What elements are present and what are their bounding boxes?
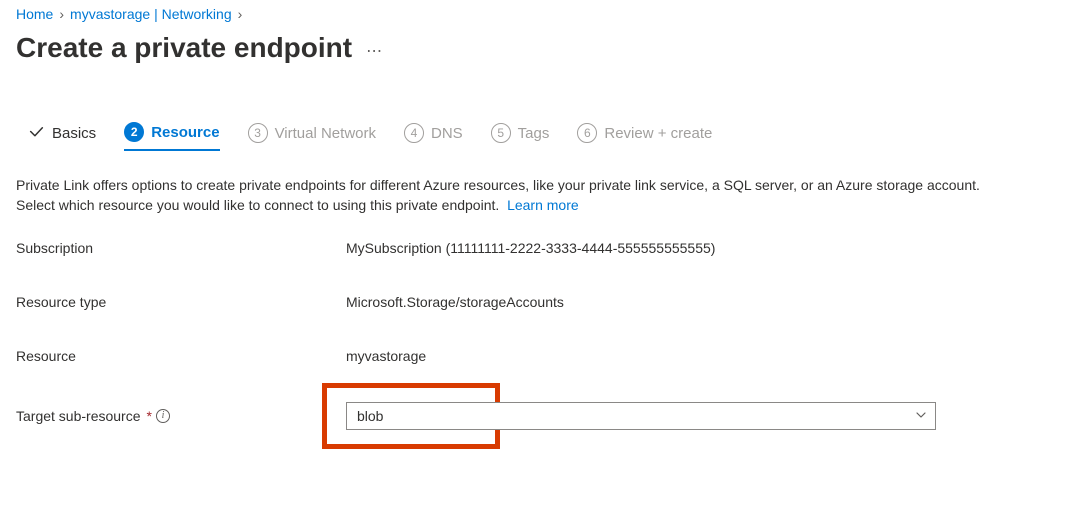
value-resource-type: Microsoft.Storage/storageAccounts <box>346 294 564 310</box>
row-resource-type: Resource type Microsoft.Storage/storageA… <box>16 294 1072 310</box>
learn-more-link[interactable]: Learn more <box>507 197 579 213</box>
value-resource: myvastorage <box>346 348 426 364</box>
label-resource: Resource <box>16 348 346 364</box>
breadcrumb-networking[interactable]: myvastorage | Networking <box>70 6 232 22</box>
tab-basics[interactable]: Basics <box>28 123 96 151</box>
step-number-icon: 2 <box>124 122 144 142</box>
info-icon[interactable]: i <box>156 409 170 423</box>
page-title: Create a private endpoint <box>16 32 352 64</box>
target-sub-resource-select[interactable]: blob <box>346 402 936 430</box>
breadcrumb-home[interactable]: Home <box>16 6 53 22</box>
label-resource-type: Resource type <box>16 294 346 310</box>
page-title-row: Create a private endpoint ⋯ <box>16 32 1072 64</box>
tab-tags[interactable]: 5 Tags <box>491 123 550 150</box>
tab-label: Resource <box>151 124 219 141</box>
tab-description: Private Link offers options to create pr… <box>16 175 1016 216</box>
row-subscription: Subscription MySubscription (11111111-22… <box>16 240 1072 256</box>
more-icon[interactable]: ⋯ <box>366 35 383 61</box>
step-number-icon: 6 <box>577 123 597 143</box>
tab-label: Tags <box>518 125 550 142</box>
step-number-icon: 4 <box>404 123 424 143</box>
value-subscription: MySubscription (11111111-2222-3333-4444-… <box>346 240 715 256</box>
chevron-right-icon: › <box>59 6 64 22</box>
label-target-sub-resource: Target sub-resource * i <box>16 408 346 424</box>
tab-label: DNS <box>431 125 463 142</box>
tab-label: Virtual Network <box>275 125 376 142</box>
row-resource: Resource myvastorage <box>16 348 1072 364</box>
tab-label: Basics <box>52 125 96 142</box>
breadcrumb: Home › myvastorage | Networking › <box>16 6 1072 22</box>
check-icon <box>28 123 45 144</box>
wizard-tabs: Basics 2 Resource 3 Virtual Network 4 DN… <box>16 122 1072 151</box>
step-number-icon: 3 <box>248 123 268 143</box>
required-star-icon: * <box>147 408 152 424</box>
tab-label: Review + create <box>604 125 712 142</box>
step-number-icon: 5 <box>491 123 511 143</box>
chevron-down-icon <box>915 408 927 424</box>
description-text: Private Link offers options to create pr… <box>16 177 980 213</box>
chevron-right-icon: › <box>238 6 243 22</box>
tab-dns[interactable]: 4 DNS <box>404 123 463 150</box>
tab-virtual-network[interactable]: 3 Virtual Network <box>248 123 376 150</box>
select-value: blob <box>357 408 383 424</box>
tab-review-create[interactable]: 6 Review + create <box>577 123 712 150</box>
label-subscription: Subscription <box>16 240 346 256</box>
tab-resource[interactable]: 2 Resource <box>124 122 219 151</box>
row-target-sub-resource: Target sub-resource * i blob <box>16 402 1072 430</box>
